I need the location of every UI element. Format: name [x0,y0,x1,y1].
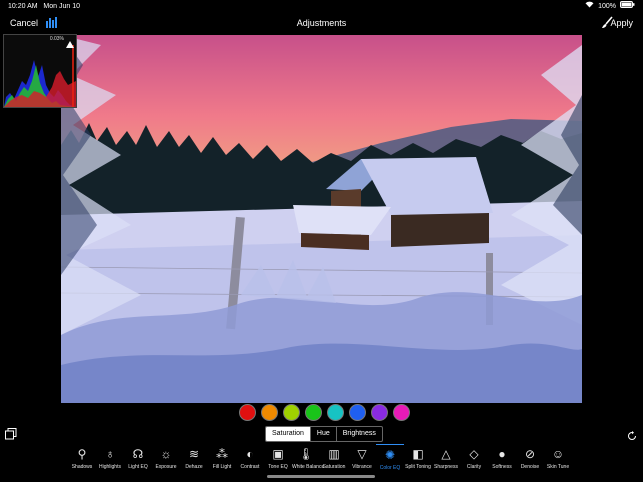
tool-fill-light[interactable]: ⁂ Fill Light [208,444,236,474]
nav-bar: Cancel Adjustments Apply [0,13,643,35]
adjustment-toolbar: ⚲ Shadows ♁ Highlights ☊ Light EQ ☼ Exposure… [68,444,572,474]
segment-hue[interactable]: Hue [309,427,336,441]
swatch-blue[interactable] [349,404,366,421]
tool-color-eq[interactable]: ✺ Color EQ [376,444,404,474]
tool-contrast[interactable]: ◐ Contrast [236,444,264,474]
sharpness-icon: △ [441,447,451,461]
tool-highlights[interactable]: ♁ Highlights [96,444,124,474]
denoise-icon: ⊘ [524,447,536,461]
clarity-icon: ◇ [469,447,479,461]
tool-dehaze[interactable]: ≋ Dehaze [180,444,208,474]
skin-tune-icon: ☺ [551,447,565,461]
status-time: 10:20 AM [8,3,38,10]
color-eq-segmented-control: Saturation Hue Brightness [265,426,383,442]
status-time-date: 10:20 AM Mon Jun 10 [8,0,80,13]
tool-clarity[interactable]: ◇ Clarity [460,444,488,474]
swatch-green[interactable] [305,404,322,421]
tool-tone-eq[interactable]: ▣ Tone EQ [264,444,292,474]
tool-white-balance[interactable]: 🌡︎ White Balance [292,444,324,474]
tool-softness[interactable]: ● Softness [488,444,516,474]
status-date: Mon Jun 10 [43,3,81,10]
shadows-icon: ⚲ [77,447,87,461]
home-indicator[interactable] [267,475,375,478]
swatch-yellow-green[interactable] [283,404,300,421]
apply-button[interactable]: Apply [610,18,633,28]
saturation-icon: ▥ [328,447,340,461]
thermometer-icon: 🌡︎ [298,447,314,461]
split-toning-icon: ◧ [412,447,424,461]
status-right: 100% [585,0,635,13]
dehaze-icon: ≋ [188,447,200,461]
tone-eq-icon: ▣ [272,447,284,461]
segment-saturation[interactable]: Saturation [266,427,310,441]
tool-split-toning[interactable]: ◧ Split Toning [404,444,432,474]
tool-vibrance[interactable]: ▽ Vibrance [348,444,376,474]
contrast-icon: ◐ [246,447,254,461]
tool-denoise[interactable]: ⊘ Denoise [516,444,544,474]
reset-icon[interactable] [627,428,637,446]
swatch-cyan[interactable] [327,404,344,421]
fill-light-icon: ⁂ [216,447,228,461]
compare-icon[interactable] [5,427,17,445]
vibrance-icon: ▽ [357,447,367,461]
tool-exposure[interactable]: ☼ Exposure [152,444,180,474]
swatch-purple[interactable] [371,404,388,421]
swatch-red[interactable] [239,404,256,421]
color-swatch-row [239,404,410,421]
highlights-icon: ♁ [105,447,115,461]
status-bar: 10:20 AM Mon Jun 10 100% [0,0,643,13]
light-eq-icon: ☊ [132,447,144,461]
tool-saturation[interactable]: ▥ Saturation [320,444,348,474]
wifi-icon [585,0,594,13]
exposure-icon: ☼ [160,447,172,461]
battery-percent: 100% [598,3,616,10]
histogram-clip-value: 0.03% [49,36,64,42]
warning-icon [66,35,74,53]
segment-brightness[interactable]: Brightness [335,427,382,441]
tool-shadows[interactable]: ⚲ Shadows [68,444,96,474]
tool-light-eq[interactable]: ☊ Light EQ [124,444,152,474]
tool-skin-tune[interactable]: ☺ Skin Tune [544,444,572,474]
softness-icon: ● [498,447,506,461]
color-eq-icon: ✺ [376,444,404,465]
photo-canvas[interactable] [61,35,582,403]
swatch-orange[interactable] [261,404,278,421]
histogram-panel: 0.03% [3,34,77,108]
page-title: Adjustments [296,18,347,28]
tool-sharpness[interactable]: △ Sharpness [432,444,460,474]
swatch-magenta[interactable] [393,404,410,421]
battery-icon [620,0,635,13]
